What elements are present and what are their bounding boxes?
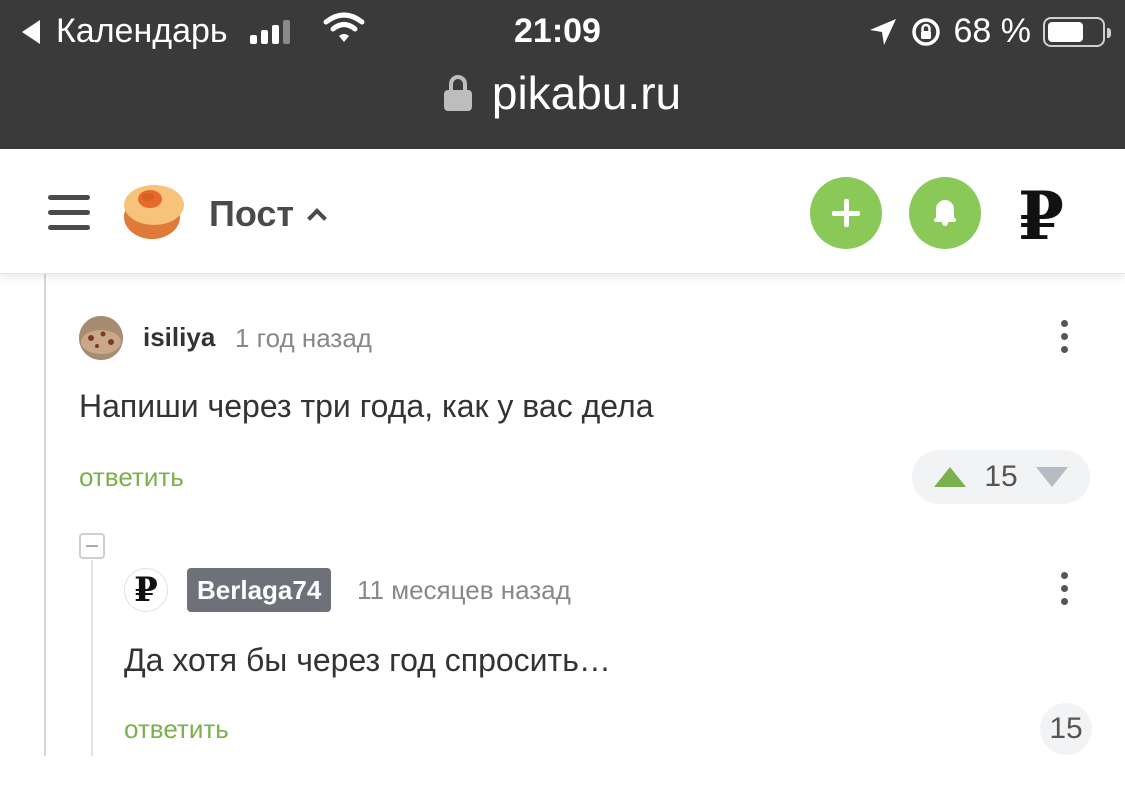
avatar[interactable] (79, 316, 123, 360)
thread-line[interactable] (44, 274, 46, 756)
lock-icon (443, 75, 472, 111)
collapse-thread-button[interactable] (79, 533, 105, 559)
comment-username[interactable]: isiliya (143, 322, 215, 353)
notifications-button[interactable] (909, 177, 981, 249)
comment-rating: 15 (1040, 703, 1092, 755)
vote-control: 15 (912, 450, 1090, 504)
app-header: Пост ₽ (0, 149, 1125, 274)
more-options-icon[interactable] (1059, 320, 1069, 356)
back-to-app[interactable]: Календарь (22, 12, 290, 51)
comment-username-author-badge[interactable]: Berlaga74 (187, 568, 332, 612)
status-right-group: 68 % (868, 12, 1111, 51)
browser-top-bar: Календарь 21:09 68 % pikabu.ru (0, 0, 1125, 149)
status-time: 21:09 (514, 12, 601, 50)
battery-level (1048, 21, 1084, 42)
page-title-dropdown[interactable]: Пост (209, 193, 327, 235)
location-arrow-icon (869, 18, 896, 45)
back-arrow-icon (22, 19, 40, 44)
cellular-signal-icon (249, 19, 290, 44)
address-bar[interactable]: pikabu.ru (0, 66, 1125, 120)
url-text: pikabu.ru (491, 67, 682, 119)
bell-icon (934, 200, 956, 226)
comment-time[interactable]: 11 месяцев назад (357, 575, 571, 606)
reply-link[interactable]: ответить (124, 714, 229, 745)
menu-icon[interactable] (48, 195, 90, 231)
comment-rating: 15 (984, 460, 1018, 493)
plus-icon (832, 199, 860, 227)
page-title: Пост (209, 193, 295, 234)
comment-time[interactable]: 1 год назад (235, 323, 372, 354)
chevron-up-icon (307, 208, 327, 228)
status-bar: Календарь 21:09 68 % (0, 10, 1125, 54)
ruble-icon[interactable]: ₽ (1018, 177, 1064, 255)
upvote-icon[interactable] (934, 467, 966, 487)
battery-icon (1043, 16, 1111, 47)
avatar[interactable]: ₽ (124, 568, 168, 612)
rotation-lock-icon (911, 17, 940, 46)
add-post-button[interactable] (810, 177, 882, 249)
battery-percent: 68 % (953, 12, 1032, 50)
more-options-icon[interactable] (1059, 572, 1069, 608)
comment-text: Напиши через три года, как у вас дела (79, 388, 654, 424)
downvote-icon[interactable] (1036, 467, 1068, 487)
pikabu-logo[interactable] (122, 179, 188, 241)
reply-thread-line[interactable] (91, 560, 93, 756)
wifi-icon (323, 12, 365, 42)
back-app-label: Календарь (56, 12, 228, 50)
reply-link[interactable]: ответить (79, 462, 184, 493)
comment-text: Да хотя бы через год спросить… (124, 642, 611, 678)
